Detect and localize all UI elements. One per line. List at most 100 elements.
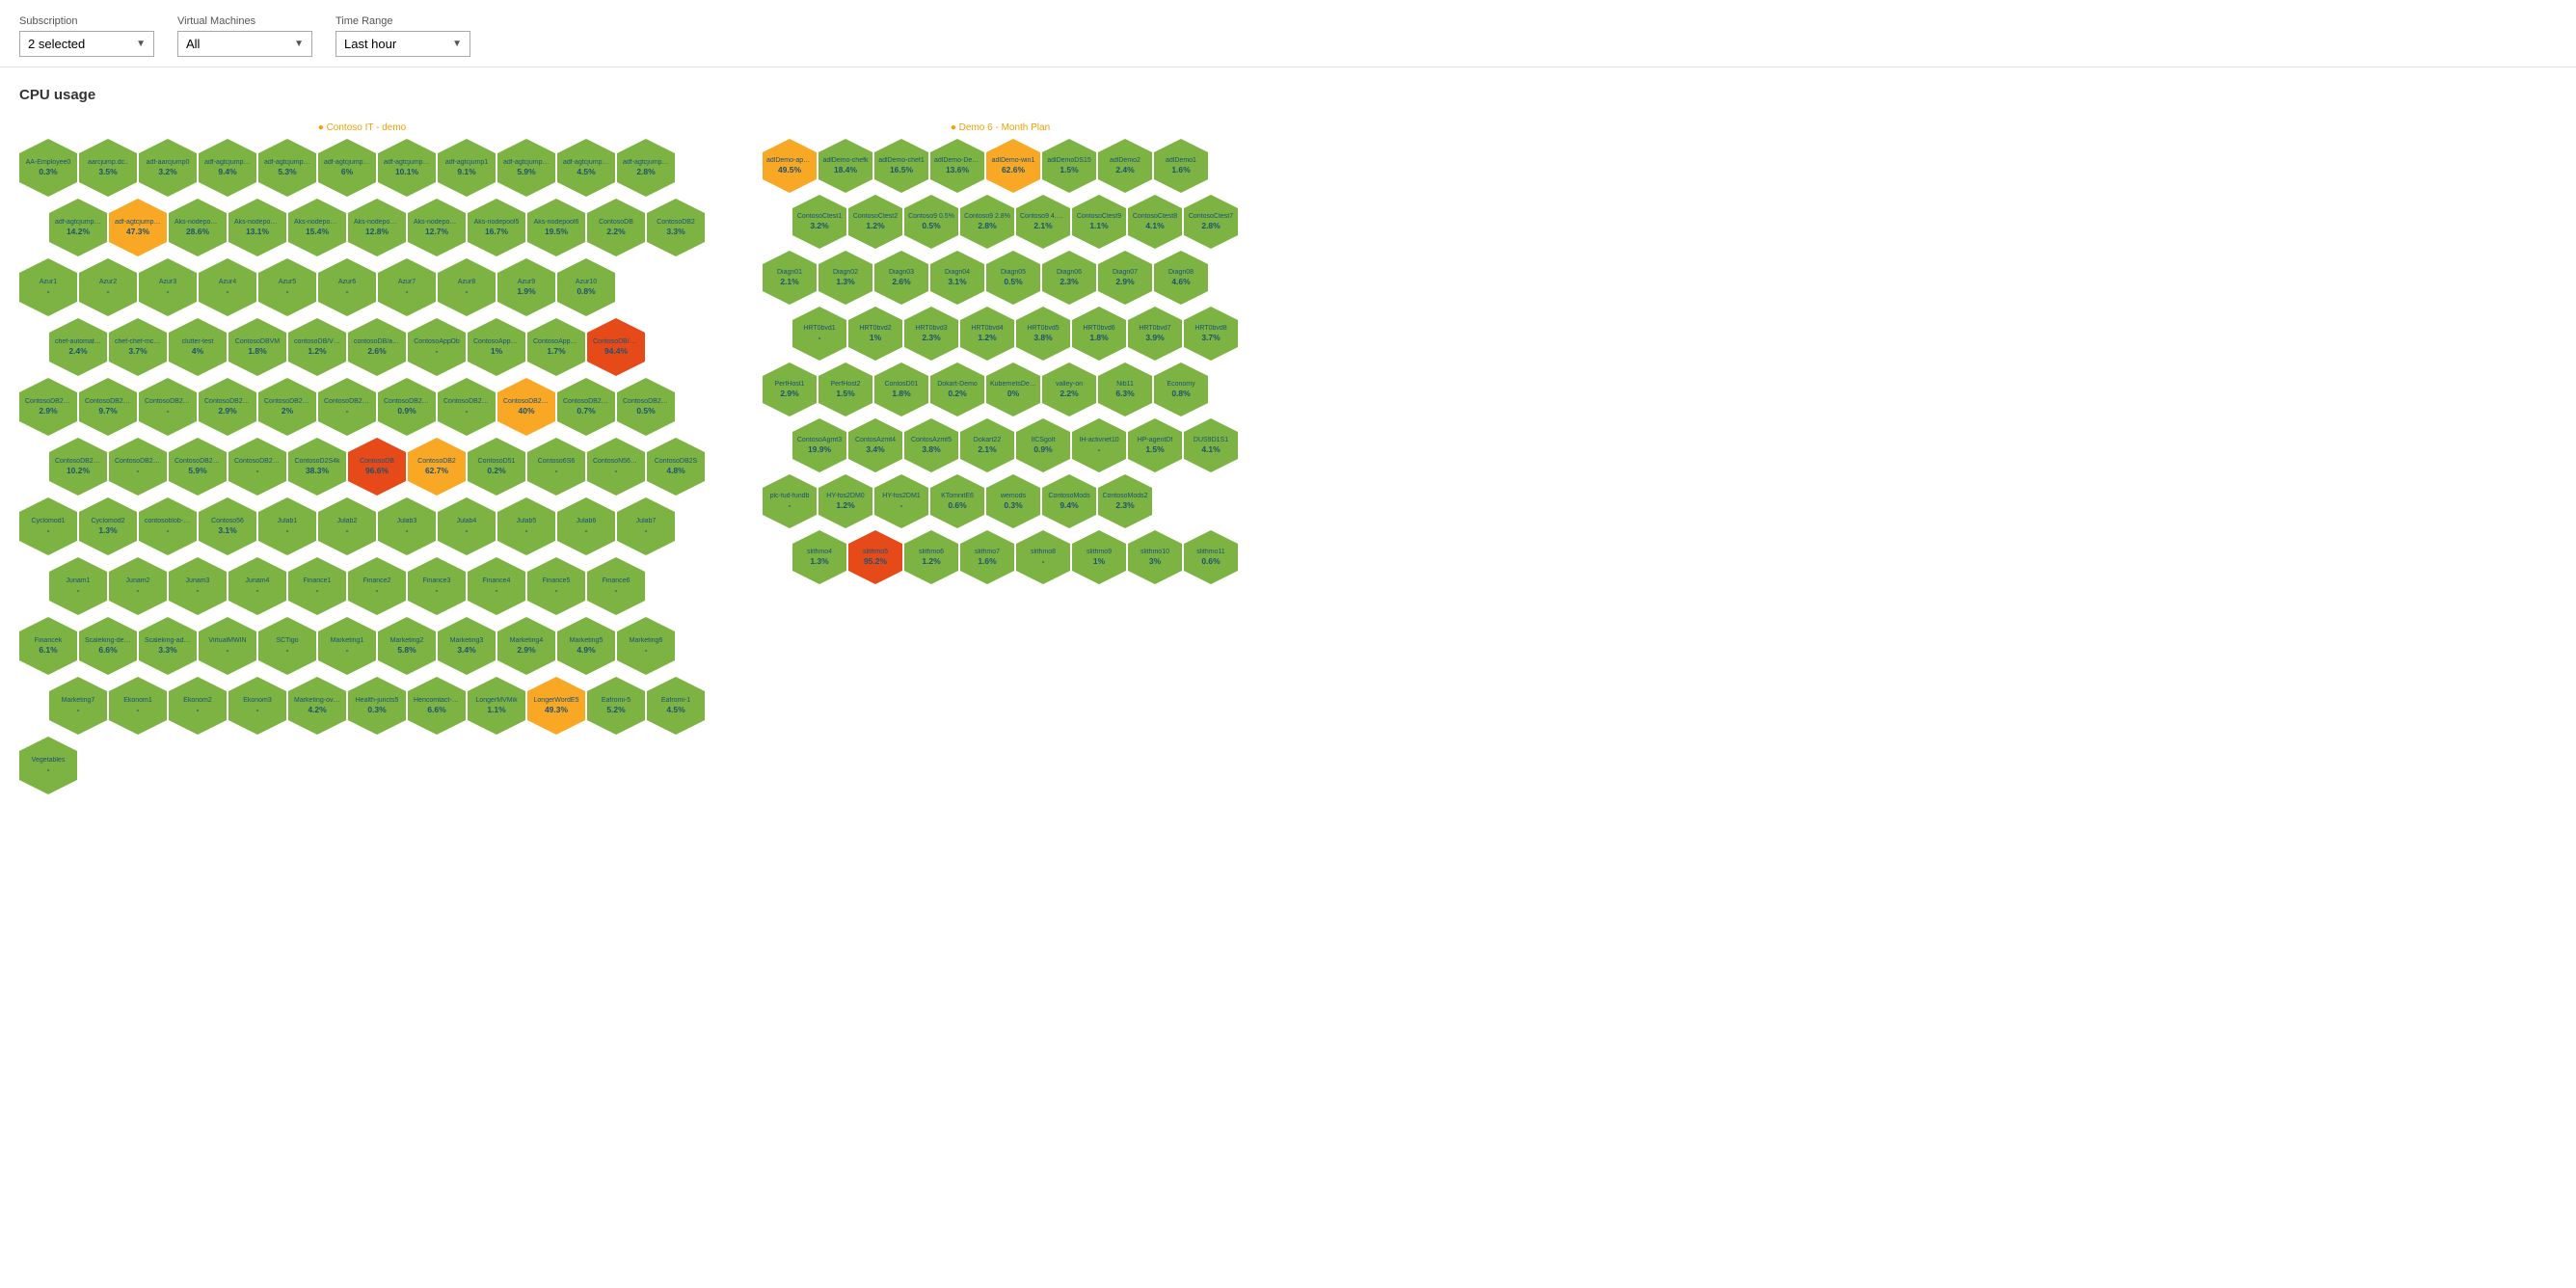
hex-cell[interactable]: Ekonom1-	[109, 677, 167, 735]
hex-cell[interactable]: Junam2-	[109, 557, 167, 615]
hex-cell[interactable]: Junam1-	[49, 557, 107, 615]
hex-cell[interactable]: Marketing25.8%	[378, 617, 436, 675]
hex-cell[interactable]: Diagn021.3%	[818, 251, 872, 305]
hex-cell[interactable]: adf-agtcjump2-14805.9%	[497, 139, 555, 197]
hex-cell[interactable]: HRT0bvd1-	[792, 307, 846, 361]
hex-cell[interactable]: Marketing-ovejly4.2%	[288, 677, 346, 735]
hex-cell[interactable]: ContosoAppDb-	[408, 318, 466, 376]
hex-cell[interactable]: Economy0.8%	[1154, 362, 1208, 416]
hex-cell[interactable]: Finance2-	[348, 557, 406, 615]
hex-cell[interactable]: ContosoDB2S300.7%	[557, 378, 615, 436]
hex-cell[interactable]: Marketing7-	[49, 677, 107, 735]
hex-cell[interactable]: Julab2-	[318, 497, 376, 555]
hex-cell[interactable]: adf-agtcjump2-45114.5%	[557, 139, 615, 197]
hex-cell[interactable]: ContosoDB2S252%	[258, 378, 316, 436]
hex-cell[interactable]: Azur4-	[199, 258, 256, 316]
hex-cell[interactable]: Aks-nodepool516.7%	[468, 199, 525, 256]
hex-cell[interactable]: clutter-test4%	[169, 318, 227, 376]
hex-cell[interactable]: Contoso9 4.5% 2.1%2.1%	[1016, 195, 1070, 249]
hex-cell[interactable]: adf-agtcjump (5 T.)6%	[318, 139, 376, 197]
hex-cell[interactable]: slithmo103%	[1128, 530, 1182, 584]
hex-cell[interactable]: Marketing6-	[617, 617, 675, 675]
hex-cell[interactable]: slithmo41.3%	[792, 530, 846, 584]
hex-cell[interactable]: ContosoMods22.3%	[1098, 474, 1152, 528]
hex-cell[interactable]: Diagn012.1%	[763, 251, 817, 305]
hex-cell[interactable]: ContosD011.8%	[874, 362, 928, 416]
hex-cell[interactable]: PerfHost12.9%	[763, 362, 817, 416]
hex-cell[interactable]: contosoblob-VRAC-	[139, 497, 197, 555]
hex-cell[interactable]: Julab3-	[378, 497, 436, 555]
hex-cell[interactable]: ContosoCtest91.1%	[1072, 195, 1126, 249]
hex-cell[interactable]: HRT0bvd32.3%	[904, 307, 958, 361]
hex-cell[interactable]: HRT0bvd83.7%	[1184, 307, 1238, 361]
hex-cell[interactable]: Cyclomod1-	[19, 497, 77, 555]
hex-cell[interactable]: Aks-nodepool2 -445115.4%	[288, 199, 346, 256]
hex-cell[interactable]: valley-on2.2%	[1042, 362, 1096, 416]
hex-cell[interactable]: ContosoDB2S4.8%	[647, 438, 705, 496]
hex-cell[interactable]: Diagn084.6%	[1154, 251, 1208, 305]
hex-cell[interactable]: slithmo8-	[1016, 530, 1070, 584]
hex-cell[interactable]: Aks-nodepoo1 -445113.1%	[228, 199, 286, 256]
hex-cell[interactable]: HRT0bvd41.2%	[960, 307, 1014, 361]
hex-cell[interactable]: ContosoN56-5040-	[587, 438, 645, 496]
hex-cell[interactable]: ContosoCtest21.2%	[848, 195, 902, 249]
hex-cell[interactable]: slithmo61.2%	[904, 530, 958, 584]
hex-cell[interactable]: ContosoDB2S23-	[139, 378, 197, 436]
hex-cell[interactable]: plc-fud-fundb-	[763, 474, 817, 528]
hex-cell[interactable]: SCTigo-	[258, 617, 316, 675]
hex-cell[interactable]: ContosoDB2S435.9%	[169, 438, 227, 496]
hex-cell[interactable]: IICSgoIt0.9%	[1016, 418, 1070, 472]
hex-cell[interactable]: Julab1-	[258, 497, 316, 555]
hex-cell[interactable]: Azur3-	[139, 258, 197, 316]
hex-cell[interactable]: Julab7-	[617, 497, 675, 555]
hex-cell[interactable]: Diagn050.5%	[986, 251, 1040, 305]
hex-cell[interactable]: Azur1-	[19, 258, 77, 316]
hex-cell[interactable]: adf-agtcjump (4TC)5.3%	[258, 139, 316, 197]
hex-cell[interactable]: slithmo110.6%	[1184, 530, 1238, 584]
hex-cell[interactable]: Julab6-	[557, 497, 615, 555]
hex-cell[interactable]: Scaleking-adeos3.3%	[139, 617, 197, 675]
hex-cell[interactable]: ContosoDB2S270.9%	[378, 378, 436, 436]
hex-cell[interactable]: ContosoAppDb41.7%	[527, 318, 585, 376]
subscription-select[interactable]: 2 selected ▼	[19, 31, 154, 57]
hex-cell[interactable]: ContosoAppDb21%	[468, 318, 525, 376]
hex-cell[interactable]: HY-fos2DM1-	[874, 474, 928, 528]
hex-cell[interactable]: Junam3-	[169, 557, 227, 615]
hex-cell[interactable]: adlDemo22.4%	[1098, 139, 1152, 193]
hex-cell[interactable]: adf-agtcjump (4TI)9.4%	[199, 139, 256, 197]
hex-cell[interactable]: ContosoDB2S42-	[109, 438, 167, 496]
hex-cell[interactable]: slithmo91%	[1072, 530, 1126, 584]
hex-cell[interactable]: ContosoDB2S26-	[318, 378, 376, 436]
hex-cell[interactable]: Azur8-	[438, 258, 496, 316]
hex-cell[interactable]: HRT0bvd21%	[848, 307, 902, 361]
hex-cell[interactable]: ContosAzmt43.4%	[848, 418, 902, 472]
hex-cell[interactable]: Aks-nodepool3 -445112.8%	[348, 199, 406, 256]
hex-cell[interactable]: VirtualMWIN-	[199, 617, 256, 675]
hex-cell[interactable]: Ekonom3-	[228, 677, 286, 735]
hex-cell[interactable]: Contoso9 2.8%2.8%	[960, 195, 1014, 249]
hex-cell[interactable]: ContosoD510.2%	[468, 438, 525, 496]
hex-cell[interactable]: Eafromi-55.2%	[587, 677, 645, 735]
hex-cell[interactable]: Cyclomod21.3%	[79, 497, 137, 555]
hex-cell[interactable]: HRT0bvd61.8%	[1072, 307, 1126, 361]
hex-cell[interactable]: ContosoAgmt319.9%	[792, 418, 846, 472]
time-select[interactable]: Last hour ▼	[335, 31, 470, 57]
hex-cell[interactable]: adlDemo-Demo113.6%	[930, 139, 984, 193]
hex-cell[interactable]: Azur100.8%	[557, 258, 615, 316]
hex-cell[interactable]: adlDemo-appsvr49.5%	[763, 139, 817, 193]
hex-cell[interactable]: adf-agtcjump19.1%	[438, 139, 496, 197]
hex-cell[interactable]: Contoso6S6-	[527, 438, 585, 496]
hex-cell[interactable]: adf-agtcjump5 4077847.3%	[109, 199, 167, 256]
hex-cell[interactable]: Ekonom2-	[169, 677, 227, 735]
hex-cell[interactable]: Diagn062.3%	[1042, 251, 1096, 305]
hex-cell[interactable]: HP-agentDf1.5%	[1128, 418, 1182, 472]
hex-cell[interactable]: adf-agtcjump3-451 T2.8%	[617, 139, 675, 197]
hex-cell[interactable]: Julab5-	[497, 497, 555, 555]
hex-cell[interactable]: Eafromi-14.5%	[647, 677, 705, 735]
hex-cell[interactable]: chef-chef-mcg old3.7%	[109, 318, 167, 376]
hex-cell[interactable]: LongerMVMik1.1%	[468, 677, 525, 735]
hex-cell[interactable]: ContosoDB2S229.7%	[79, 378, 137, 436]
hex-cell[interactable]: ContosoDB2S212.9%	[19, 378, 77, 436]
hex-cell[interactable]: Dokart-Demo0.2%	[930, 362, 984, 416]
hex-cell[interactable]: ContosoDB2S4110.2%	[49, 438, 107, 496]
